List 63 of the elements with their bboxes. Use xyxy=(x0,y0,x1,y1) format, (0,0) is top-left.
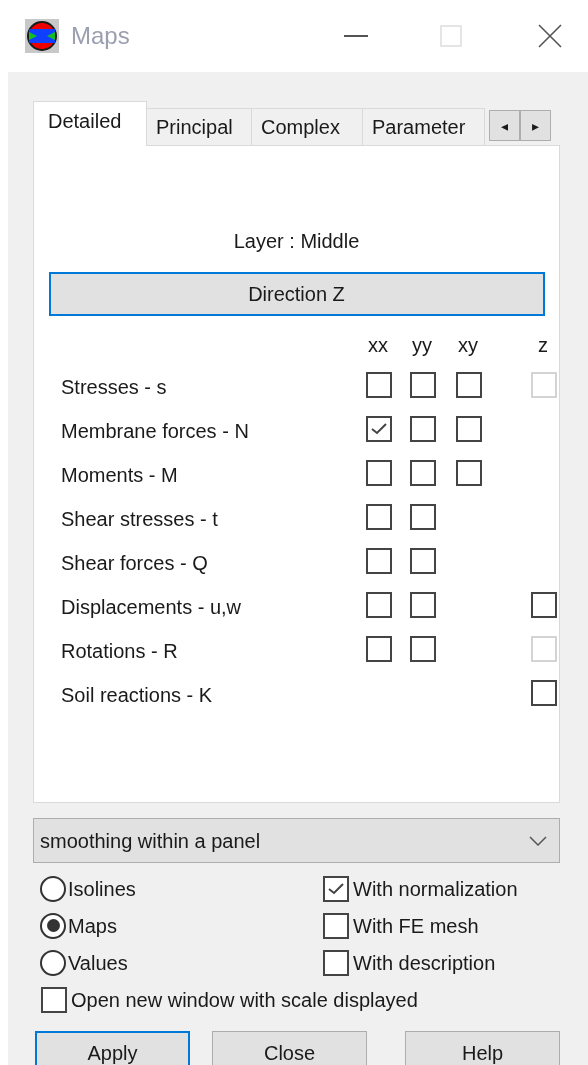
tab[interactable]: Detailed xyxy=(33,101,147,146)
checkbox[interactable] xyxy=(410,636,436,662)
checkbox[interactable] xyxy=(366,592,392,618)
radio-button[interactable] xyxy=(40,912,66,939)
chevron-down-icon xyxy=(529,835,547,846)
row-label: Rotations - R xyxy=(61,639,178,664)
checkbox-label[interactable]: With FE mesh xyxy=(353,910,479,941)
column-header: xx xyxy=(367,333,389,358)
checkbox[interactable] xyxy=(531,592,557,618)
radio-button[interactable] xyxy=(40,875,66,902)
radio-button[interactable] xyxy=(40,949,66,976)
checkbox[interactable] xyxy=(323,912,349,939)
checkbox[interactable] xyxy=(41,986,67,1013)
window-title: Maps xyxy=(71,21,130,51)
checkbox[interactable] xyxy=(323,949,349,976)
checkbox[interactable] xyxy=(456,416,482,442)
column-header: yy xyxy=(411,333,433,358)
dialog-button[interactable]: Close xyxy=(212,1031,367,1065)
checkbox[interactable] xyxy=(366,504,392,530)
radio-label[interactable]: Maps xyxy=(68,910,117,941)
checkbox[interactable] xyxy=(456,460,482,486)
row-label: Shear stresses - t xyxy=(61,507,218,532)
row-label: Membrane forces - N xyxy=(61,419,249,444)
radio-label[interactable]: Isolines xyxy=(68,873,136,904)
checkbox[interactable] xyxy=(366,548,392,574)
radio-label[interactable]: Values xyxy=(68,947,128,978)
tab[interactable]: Complex xyxy=(252,108,363,145)
tab[interactable]: Principal xyxy=(147,108,252,145)
scroll-button[interactable]: ◂ xyxy=(489,110,520,141)
checkbox[interactable] xyxy=(410,548,436,574)
checkbox[interactable] xyxy=(366,636,392,662)
column-header: xy xyxy=(457,333,479,358)
layer-label: Layer : Middle xyxy=(233,229,360,254)
column-header: z xyxy=(537,333,549,358)
checkbox[interactable] xyxy=(410,592,436,618)
dialog-button[interactable]: Help xyxy=(405,1031,560,1065)
checkbox-label[interactable]: Open new window with scale displayed xyxy=(71,984,418,1015)
row-label: Displacements - u,w xyxy=(61,595,242,620)
row-label: Stresses - s xyxy=(61,375,167,400)
check-icon xyxy=(327,881,345,896)
row-label: Moments - M xyxy=(61,463,178,488)
check-icon xyxy=(370,422,388,436)
dialog-button[interactable]: Apply xyxy=(35,1031,190,1065)
checkbox[interactable] xyxy=(456,372,482,398)
smoothing-dropdown[interactable]: smoothing within a panel xyxy=(33,818,560,863)
checkbox-label[interactable]: With normalization xyxy=(353,873,518,904)
checkbox[interactable] xyxy=(410,416,436,442)
checkbox[interactable] xyxy=(366,372,392,398)
checkbox[interactable] xyxy=(410,372,436,398)
checkbox[interactable] xyxy=(366,416,392,442)
checkbox[interactable] xyxy=(323,875,349,902)
direction-button[interactable]: Direction Z xyxy=(48,272,545,316)
checkbox[interactable] xyxy=(366,460,392,486)
scroll-button[interactable]: ▸ xyxy=(520,110,551,141)
checkbox[interactable] xyxy=(531,680,557,706)
close-icon[interactable] xyxy=(538,24,562,48)
checkbox[interactable] xyxy=(410,504,436,530)
checkbox-label[interactable]: With description xyxy=(353,947,496,978)
app-icon xyxy=(25,19,59,53)
row-label: Shear forces - Q xyxy=(61,551,208,576)
checkbox[interactable] xyxy=(410,460,436,486)
row-label: Soil reactions - K xyxy=(61,683,213,708)
tab[interactable]: Parameter xyxy=(363,108,485,145)
